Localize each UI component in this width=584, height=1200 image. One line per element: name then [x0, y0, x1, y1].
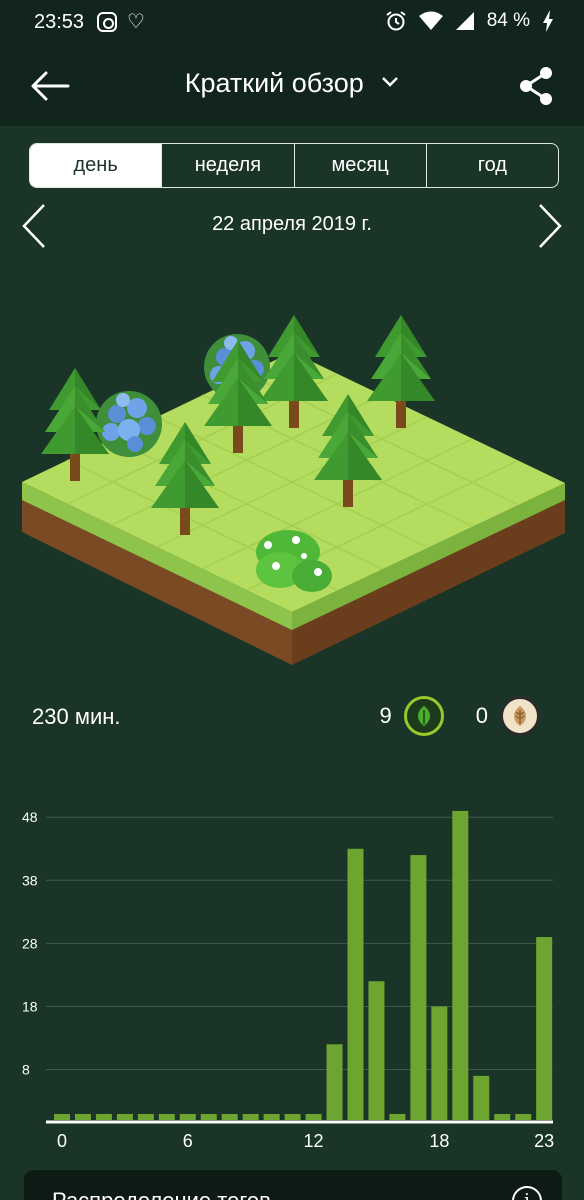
- tree-counts: 9 0: [379, 696, 540, 736]
- chart-bar: [200, 1114, 217, 1120]
- x-tick-label: 23: [534, 1131, 554, 1151]
- chart-bar: [494, 1114, 511, 1120]
- total-minutes: 230 мин.: [32, 704, 121, 729]
- chart-bar: [305, 1114, 322, 1120]
- status-bar: 23:53 ♡ 84 %: [0, 0, 584, 44]
- chart-bar: [54, 1114, 70, 1120]
- battery-percent: 84 %: [486, 10, 530, 31]
- x-tick-label: 6: [183, 1131, 193, 1151]
- chart-bar: [158, 1114, 175, 1120]
- info-icon[interactable]: i: [512, 1186, 542, 1200]
- chart-bar: [389, 1114, 406, 1120]
- alarm-icon: [386, 11, 406, 31]
- tab-year[interactable]: год: [425, 144, 558, 187]
- app-bar: Краткий обзор: [0, 44, 584, 126]
- tab-month[interactable]: месяц: [293, 144, 426, 187]
- alive-tree-count: 9: [379, 703, 392, 728]
- healthy-leaf-icon: [403, 696, 444, 736]
- instagram-notification-icon: [97, 12, 117, 32]
- charging-icon: [543, 10, 553, 32]
- next-date-chevron-icon[interactable]: [536, 203, 564, 249]
- chart-bar: [431, 1006, 448, 1120]
- chart-bar: [368, 981, 385, 1120]
- chart-bar: [473, 1075, 490, 1120]
- x-tick-label: 0: [57, 1131, 67, 1151]
- x-tick-label: 18: [429, 1131, 449, 1151]
- page-title: Краткий обзор: [184, 68, 364, 98]
- withered-leaf-icon: [500, 696, 540, 736]
- chart-bar: [326, 1044, 343, 1120]
- x-tick-label: 12: [304, 1131, 324, 1151]
- card-title: Распределение тегов: [52, 1188, 271, 1200]
- hourly-focus-chart: 8 18 28 38 48 0 6 12 18 23: [22, 809, 554, 1151]
- date-label: 22 апреля 2019 г.: [212, 213, 372, 235]
- y-tick-label: 38: [22, 872, 38, 888]
- chart-bar: [284, 1114, 301, 1120]
- y-tick-label: 28: [22, 935, 38, 951]
- status-time: 23:53: [34, 11, 85, 33]
- tab-day[interactable]: день: [30, 144, 162, 187]
- chart-bar: [116, 1114, 133, 1120]
- y-tick-label: 48: [22, 809, 38, 825]
- chart-bar: [221, 1114, 238, 1120]
- y-tick-label: 8: [22, 1062, 30, 1078]
- title-dropdown[interactable]: Краткий обзор: [0, 68, 584, 99]
- chart-bar: [137, 1114, 154, 1120]
- chevron-down-icon: [382, 77, 399, 87]
- chart-bar: [515, 1114, 532, 1120]
- chart-bar: [536, 937, 553, 1120]
- chart-bar: [347, 848, 364, 1120]
- chart-bar: [74, 1114, 91, 1120]
- heart-notification-icon: ♡: [127, 11, 145, 33]
- chart-bar: [410, 855, 427, 1120]
- forest-illustration: [22, 315, 565, 665]
- tab-week[interactable]: неделя: [161, 144, 293, 187]
- chart-bar: [95, 1114, 112, 1120]
- chart-bar: [179, 1114, 196, 1120]
- wifi-icon: [418, 11, 443, 30]
- chart-bar: [242, 1114, 259, 1120]
- chart-bar: [452, 810, 469, 1120]
- share-icon[interactable]: [518, 66, 554, 106]
- chart-bar: [263, 1114, 280, 1120]
- dead-tree-count: 0: [475, 703, 488, 728]
- period-selector: день неделя месяц год: [29, 143, 559, 188]
- signal-icon: [455, 12, 474, 30]
- tag-distribution-card[interactable]: Распределение тегов i: [24, 1170, 562, 1200]
- y-tick-label: 18: [22, 998, 38, 1014]
